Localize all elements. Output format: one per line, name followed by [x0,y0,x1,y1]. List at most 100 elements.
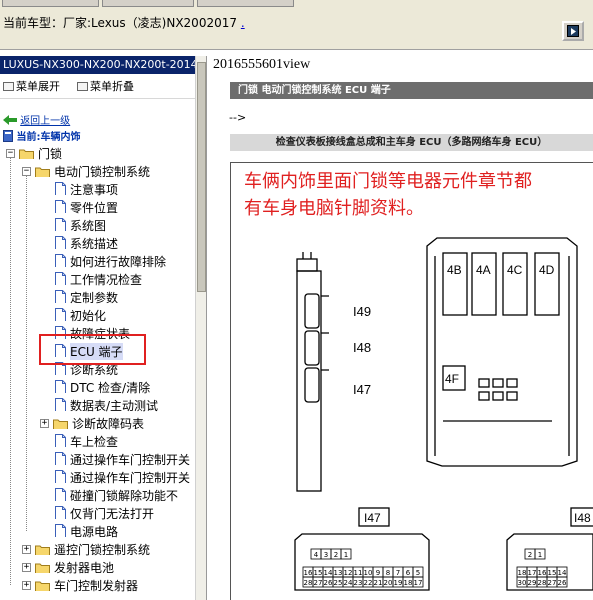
tree-item[interactable]: 仅背门无法打开 [0,504,195,522]
current-car-link[interactable]: . [241,16,245,30]
document-icon [55,308,66,321]
tree-item[interactable]: 零件位置 [0,198,195,216]
sidebar: LUXUS-NX300-NX200-NX200t-2014 菜单展开 菜单折叠 … [0,56,207,600]
tree-item[interactable]: + 发射器电池 [0,558,195,576]
document-icon [55,380,66,393]
tree-item[interactable]: 工作情况检查 [0,270,195,288]
current-location: 当前:车辆内饰 [3,128,80,143]
tree-item[interactable]: 碰撞门锁解除功能不 [0,486,195,504]
tree-item[interactable]: DTC 检查/清除 [0,378,195,396]
sidebar-scrollbar[interactable] [195,56,206,600]
tree-item-label: 注意事项 [70,183,119,197]
document-icon [55,182,66,195]
expand-node-icon[interactable]: + [22,563,31,572]
tree-item-label: DTC 检查/清除 [70,381,151,395]
expand-node-icon[interactable]: + [22,545,31,554]
tree-item[interactable]: 通过操作车门控制开关 [0,450,195,468]
plug-tag-i48: I48 [574,511,591,525]
tree-item[interactable]: 通过操作车门控制开关 [0,468,195,486]
pin-number: 2 [334,551,338,559]
tree-item[interactable]: 定制参数 [0,288,195,306]
exit-button[interactable] [562,21,584,41]
tree-item[interactable]: − 门锁 [0,144,195,162]
back-link[interactable]: 返回上一级 [3,112,70,127]
tree-item-label: 电动门锁控制系统 [54,165,151,179]
plug-i47-pins: 4 3 2 116 15 14 13 12 11 10 9 8 7 6 528 27 26 25 24 23 22 21 2… [302,548,424,588]
pin-number: 16 [538,569,547,577]
block-label-4a: 4A [476,263,491,277]
toolbar-button-stub[interactable] [2,0,99,7]
document-icon [55,452,66,465]
tree-item[interactable]: 如何进行故障排除 [0,252,195,270]
tree-item[interactable]: ECU 端子 [0,342,195,360]
tree-item-label: ECU 端子 [70,343,123,360]
tree-item[interactable]: 系统图 [0,216,195,234]
tree-item[interactable]: 初始化 [0,306,195,324]
expand-node-icon[interactable]: + [22,581,31,590]
pin-number: 28 [304,579,313,587]
pin-number: 19 [394,579,403,587]
menu-collapse-button[interactable]: 菜单折叠 [77,78,134,94]
pin-number: 12 [344,569,353,577]
tree-item-label: 通过操作车门控制开关 [70,471,191,485]
tree-item-label: 工作情况检查 [70,273,143,287]
expand-node-icon[interactable]: + [40,419,49,428]
tree-item[interactable]: + 诊断故障码表 [0,414,195,432]
folder-icon [35,167,50,177]
tree-item-label: 门锁 [38,147,63,161]
expand-icon [3,82,14,91]
tree-item-label: 车上检查 [70,435,119,449]
document-icon [55,362,66,375]
tree-item-label: 诊断系统 [70,363,119,377]
tree-item[interactable]: 故障症状表 [0,324,195,342]
document-icon [55,218,66,231]
annotation-line-2: 有车身电脑针脚资料。 [244,198,424,219]
tree-item[interactable]: 数据表/主动测试 [0,396,195,414]
pin-number: 2 [528,551,532,559]
pin-number: 8 [386,569,390,577]
tree-item[interactable]: 系统描述 [0,234,195,252]
tree-item-label: 如何进行故障排除 [70,255,167,269]
current-car: 当前车型：厂家:Lexus（凌志)NX2002017 . [3,14,245,31]
tree-item[interactable]: 注意事项 [0,180,195,198]
tree-item[interactable]: 车上检查 [0,432,195,450]
annotation-note: 车俩内饰里面门锁等电器元件章节都 有车身电脑针脚资料。 [244,168,532,222]
model-selector[interactable]: LUXUS-NX300-NX200-NX200t-2014 [0,56,195,74]
document-icon [55,434,66,447]
tree-item-label: 电源电路 [70,525,119,539]
pin-number: 9 [376,569,380,577]
collapse-node-icon[interactable]: − [22,167,31,176]
tree-item-label: 仅背门无法打开 [70,507,155,521]
tree-item-label: 碰撞门锁解除功能不 [70,489,179,503]
pin-number: 27 [314,579,323,587]
pin-number: 15 [548,569,557,577]
pin-number: 1 [538,551,542,559]
document-icon [55,488,66,501]
document-icon [55,470,66,483]
exit-arrow-icon [567,25,579,37]
folder-icon [35,581,50,591]
block-label-4f: 4F [445,372,459,386]
tree-item-label: 发射器电池 [54,561,115,575]
connector-label-i48: I48 [353,340,371,355]
side-connector-strip [296,252,329,492]
tree-item[interactable]: + 遥控门锁控制系统 [0,540,195,558]
divider [0,98,195,99]
tree-item[interactable]: − 电动门锁控制系统 [0,162,195,180]
tree-item[interactable]: 诊断系统 [0,360,195,378]
folder-icon [53,419,68,429]
tree-item[interactable]: + 车门控制发射器 [0,576,195,594]
collapse-node-icon[interactable]: − [6,149,15,158]
pin-number: 18 [518,569,527,577]
tree-item[interactable]: 电源电路 [0,522,195,540]
document-icon [55,506,66,519]
menu-expand-button[interactable]: 菜单展开 [3,78,60,94]
scrollbar-thumb[interactable] [197,62,206,292]
pin-number: 29 [528,579,537,587]
toolbar-button-stub[interactable] [102,0,194,7]
pin-number: 22 [364,579,373,587]
current-car-value: 厂家:Lexus（凌志)NX2002017 [63,16,237,30]
toolbar-button-stub[interactable] [197,0,294,7]
pin-number: 17 [528,569,537,577]
pin-number: 26 [324,579,333,587]
